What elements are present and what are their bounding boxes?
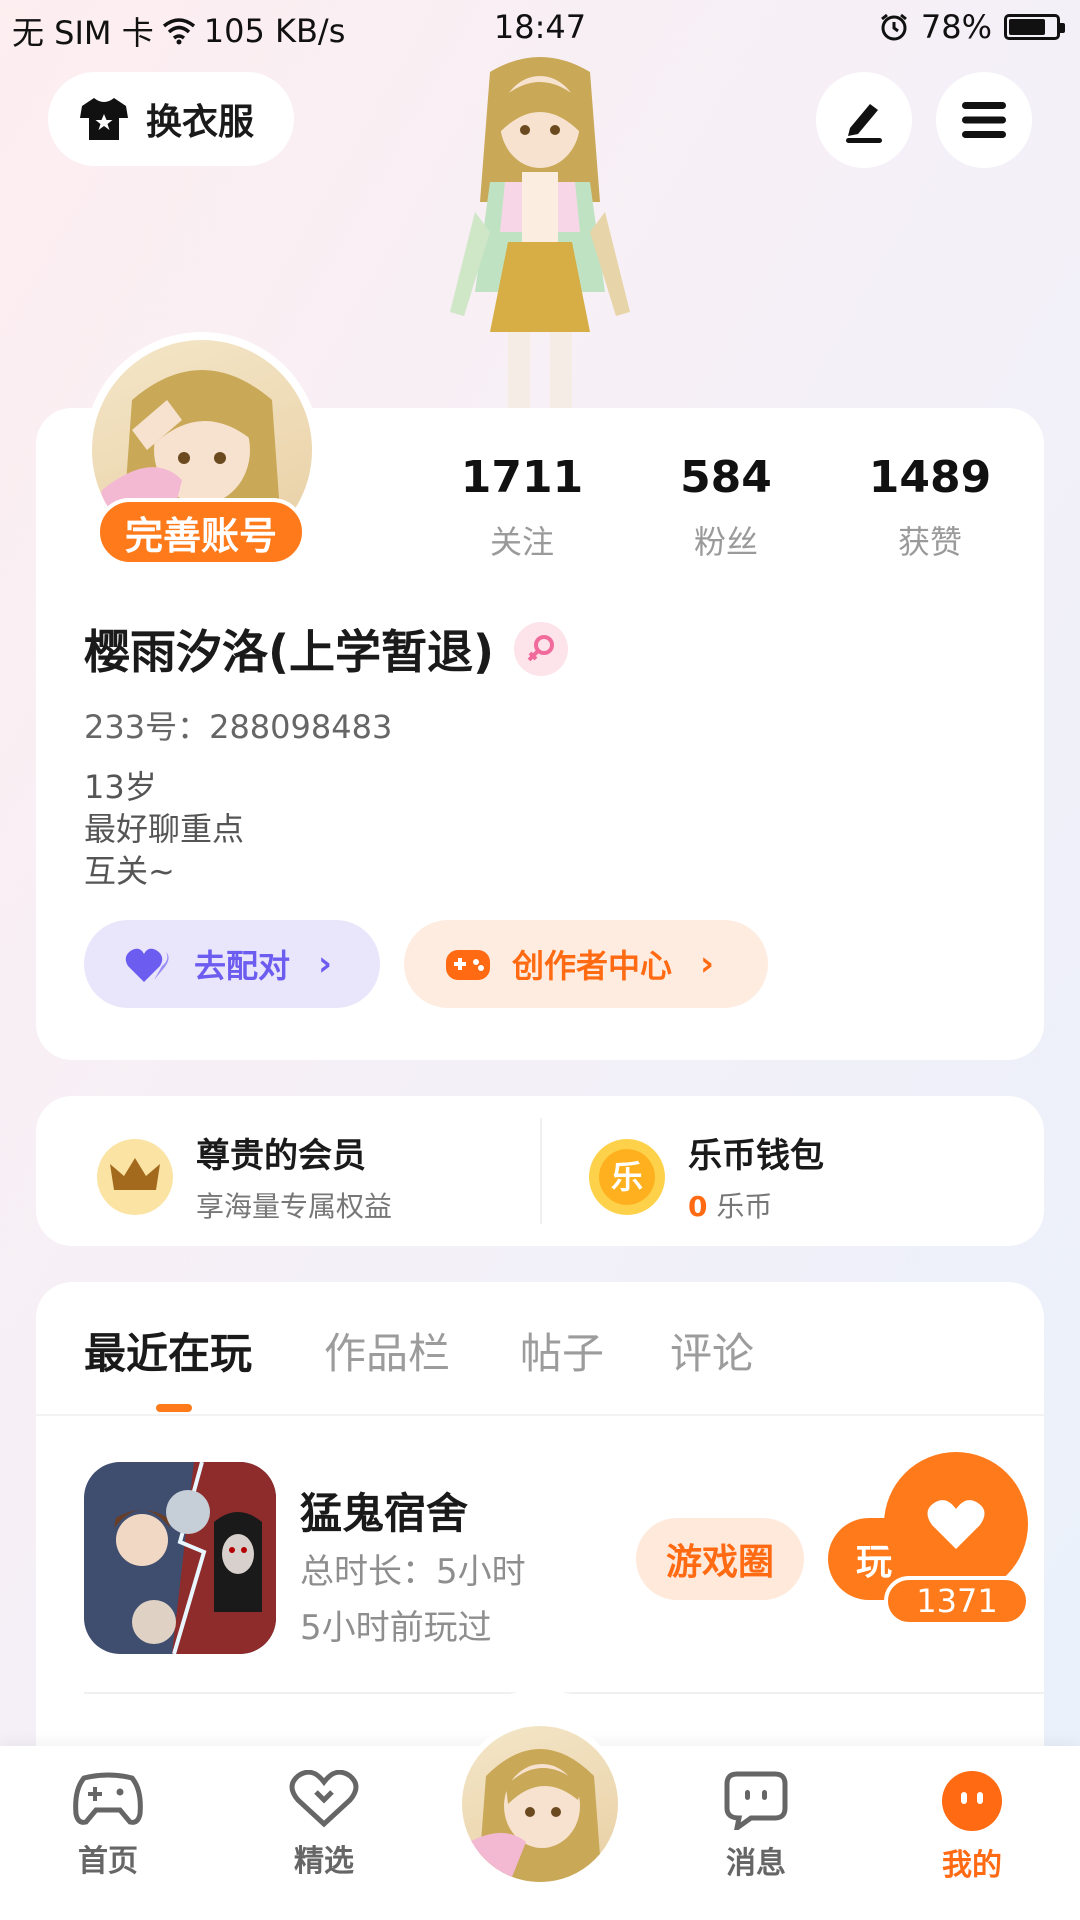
- battery-fill: [1009, 19, 1045, 35]
- hamburger-menu-icon: [962, 102, 1006, 138]
- match-button[interactable]: 去配对 ›: [84, 920, 380, 1008]
- following-label: 关注: [489, 523, 554, 561]
- menu-button[interactable]: [936, 72, 1032, 168]
- nav-featured[interactable]: 精选: [254, 1770, 394, 1880]
- tab-comments[interactable]: 评论: [670, 1320, 754, 1381]
- tab-works[interactable]: 作品栏: [324, 1320, 450, 1381]
- member-entry[interactable]: 尊贵的会员 享海量专属权益: [96, 1128, 392, 1225]
- member-title: 尊贵的会员: [196, 1136, 366, 1176]
- tab-recently-played[interactable]: 最近在玩: [84, 1320, 252, 1381]
- smiley-face-icon: [942, 1771, 1002, 1831]
- stat-following[interactable]: 1711 关注: [432, 452, 612, 563]
- heart-icon: [927, 1500, 985, 1549]
- nav-me-label: 我的: [942, 1848, 1002, 1883]
- coin-glyph: 乐: [611, 1158, 643, 1196]
- nav-messages-label: 消息: [726, 1846, 786, 1881]
- shirt-icon: [80, 98, 128, 140]
- match-label: 去配对: [194, 947, 291, 985]
- coin-icon: 乐: [589, 1138, 665, 1215]
- likes-count: 1489: [868, 452, 992, 503]
- divider: [540, 1118, 542, 1224]
- edit-button[interactable]: [816, 72, 912, 168]
- change-outfit-button[interactable]: 换衣服: [48, 72, 294, 166]
- username: 樱雨汐洛(上学暂退): [84, 625, 495, 679]
- character-avatar-image[interactable]: [430, 52, 650, 412]
- wallet-subtitle: 0 乐币: [688, 1185, 824, 1225]
- member-subtitle: 享海量专属权益: [196, 1190, 393, 1223]
- wallet-entry[interactable]: 乐 乐币钱包 0 乐币: [588, 1128, 824, 1225]
- game-duration: 总时长：5小时: [300, 1552, 526, 1592]
- bio-line: 最好聊重点: [84, 810, 245, 848]
- gamepad-icon: [446, 950, 490, 980]
- wallet-title: 乐币钱包: [688, 1136, 824, 1176]
- crown-icon: [97, 1138, 173, 1215]
- alarm-icon: [880, 13, 907, 41]
- nav-me[interactable]: 我的: [902, 1770, 1042, 1884]
- nav-home[interactable]: 首页: [38, 1770, 178, 1880]
- game-icon[interactable]: [84, 1462, 276, 1654]
- creator-label: 创作者中心: [512, 947, 673, 985]
- nav-featured-label: 精选: [294, 1844, 354, 1879]
- following-count: 1711: [460, 452, 584, 503]
- complete-account-button[interactable]: 完善账号: [96, 498, 306, 566]
- like-count: 1371: [884, 1576, 1030, 1626]
- battery-icon: [1004, 14, 1065, 40]
- bio-line: 互关~: [84, 852, 175, 890]
- heart-outline-icon: [289, 1770, 359, 1828]
- like-button[interactable]: [884, 1452, 1028, 1596]
- chevron-right-icon: ›: [700, 944, 715, 984]
- fans-count: 584: [680, 452, 772, 503]
- pen-icon: [846, 104, 882, 143]
- stat-fans[interactable]: 584 粉丝: [636, 452, 816, 563]
- creator-center-button[interactable]: 创作者中心 ›: [404, 920, 768, 1008]
- nav-messages[interactable]: 消息: [686, 1770, 826, 1882]
- nav-avatar-button[interactable]: [456, 1720, 624, 1888]
- nav-home-label: 首页: [78, 1844, 138, 1879]
- battery-percent: 78%: [920, 8, 992, 46]
- status-right: 78%: [879, 8, 1065, 46]
- tab-indicator: [156, 1404, 192, 1412]
- fans-label: 粉丝: [693, 523, 758, 561]
- username-row: 樱雨汐洛(上学暂退): [84, 616, 569, 682]
- hearts-icon: [125, 948, 169, 982]
- likes-label: 获赞: [897, 523, 962, 561]
- change-outfit-label: 换衣服: [146, 102, 255, 143]
- wallet-count: 0: [688, 1190, 708, 1223]
- game-last-played: 5小时前玩过: [300, 1608, 492, 1648]
- wallet-unit: 乐币: [716, 1190, 773, 1223]
- status-bar: 无 SIM 卡 105 KB/s 18:47 78%: [0, 0, 1080, 56]
- game-circle-button[interactable]: 游戏圈: [636, 1518, 804, 1600]
- female-icon: [514, 622, 569, 676]
- chevron-right-icon: ›: [318, 944, 333, 984]
- tab-posts[interactable]: 帖子: [520, 1320, 604, 1381]
- bio: 13岁 最好聊重点 互关~: [84, 766, 244, 892]
- game-name[interactable]: 猛鬼宿舍: [300, 1480, 468, 1541]
- gamepad-icon: [73, 1772, 143, 1825]
- stat-likes[interactable]: 1489 获赞: [840, 452, 1020, 563]
- divider: [36, 1414, 1044, 1416]
- bio-line: 13岁: [84, 768, 157, 806]
- user-id: 233号：288098483: [84, 708, 393, 746]
- chat-bubble-icon: [724, 1771, 788, 1830]
